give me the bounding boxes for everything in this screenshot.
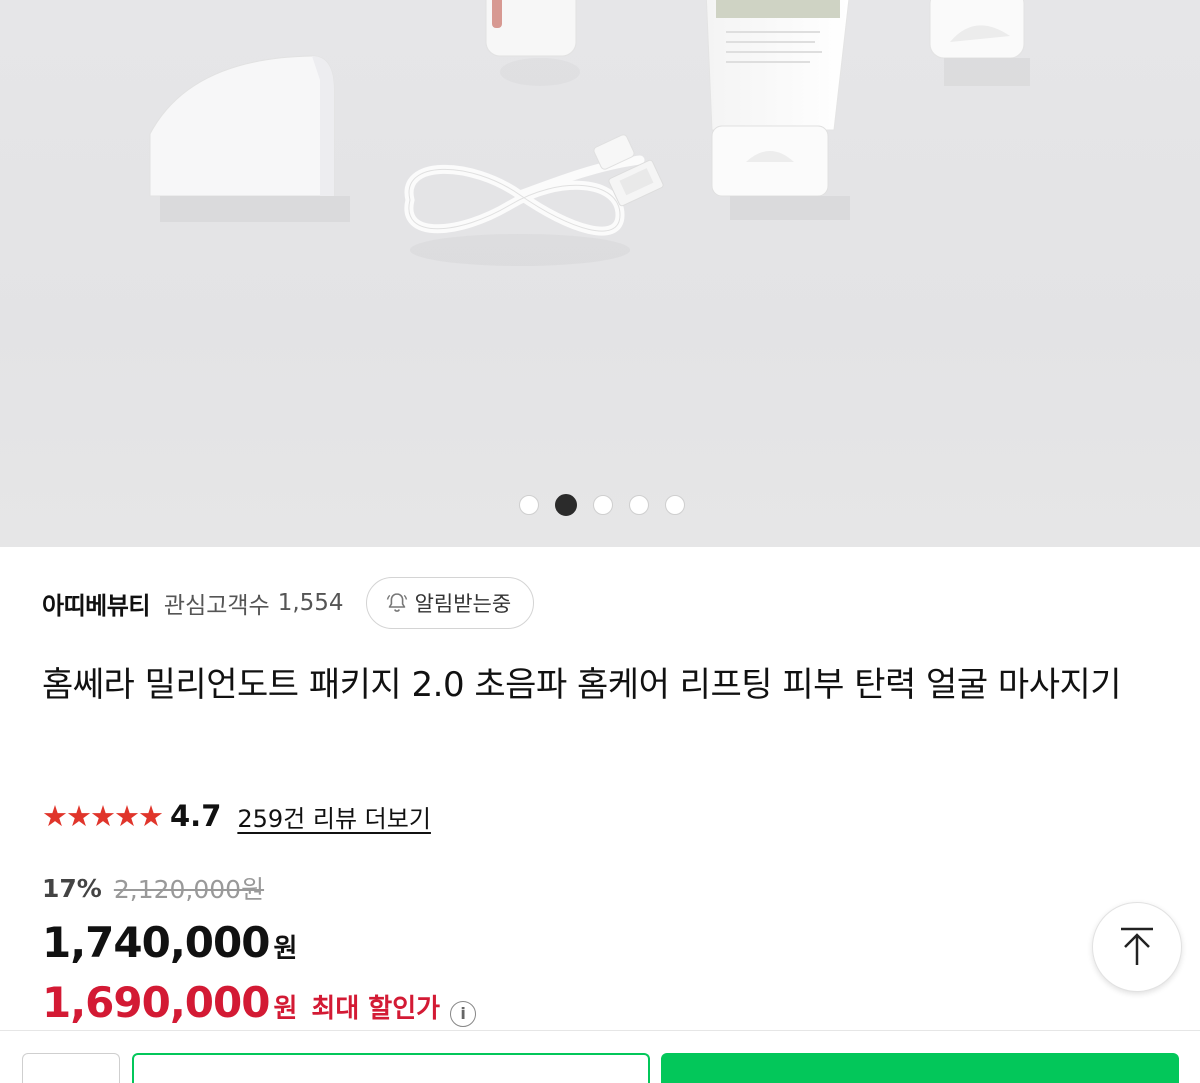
gallery-dot[interactable] — [519, 495, 539, 515]
max-discount-price: 1,690,000 — [42, 978, 270, 1027]
max-discount-label: 최대 할인가 — [311, 994, 441, 1024]
max-discount-row: 1,690,000 원 최대 할인가 i — [42, 978, 477, 1027]
gallery-dot[interactable] — [593, 495, 613, 515]
bell-icon — [386, 593, 407, 612]
fan-count-label: 관심고객수 — [163, 593, 270, 619]
max-discount-currency: 원 — [273, 994, 298, 1024]
info-icon[interactable]: i — [450, 1001, 477, 1027]
notification-subscribed-button[interactable]: 알림받는중 — [365, 577, 535, 629]
original-price: 2,120,000원 — [113, 875, 265, 904]
fan-count-value: 1,554 — [277, 590, 344, 616]
gallery-dot[interactable] — [665, 495, 685, 515]
buy-now-button[interactable] — [661, 1053, 1179, 1083]
rating-score: 4.7 — [170, 799, 222, 833]
wishlist-button[interactable] — [22, 1053, 120, 1083]
product-image-gallery[interactable] — [0, 0, 1200, 547]
notification-button-label: 알림받는중 — [414, 592, 512, 616]
discount-rate: 17% — [42, 873, 102, 903]
product-image — [149, 0, 1030, 266]
seller-info: 아띠베뷰티 관심고객수 1,554 알림받는중 — [42, 577, 535, 629]
gallery-dot-active[interactable] — [555, 494, 577, 516]
arrow-up-icon — [1121, 927, 1153, 965]
review-more-link[interactable]: 259건 리뷰 더보기 — [237, 799, 431, 834]
product-title: 홈쎄라 밀리언도트 패키지 2.0 초음파 홈케어 리프팅 피부 탄력 얼굴 마… — [42, 665, 1122, 705]
gallery-dot[interactable] — [629, 495, 649, 515]
gallery-pagination — [519, 494, 685, 516]
discount-info: 17% 2,120,000원 — [42, 870, 264, 906]
rating-summary: ★★★★★ 4.7 259건 리뷰 더보기 — [42, 796, 431, 836]
star-rating-icon: ★★★★★ — [42, 799, 164, 833]
seller-name-link[interactable]: 아띠베뷰티 — [42, 586, 150, 621]
sale-price: 1,740,000 — [42, 918, 270, 967]
sale-price-currency: 원 — [273, 934, 298, 964]
sale-price-row: 1,740,000 원 — [42, 918, 297, 967]
scroll-top-button[interactable] — [1092, 902, 1182, 992]
add-to-cart-button[interactable] — [132, 1053, 650, 1083]
bottom-action-bar — [0, 1030, 1200, 1083]
